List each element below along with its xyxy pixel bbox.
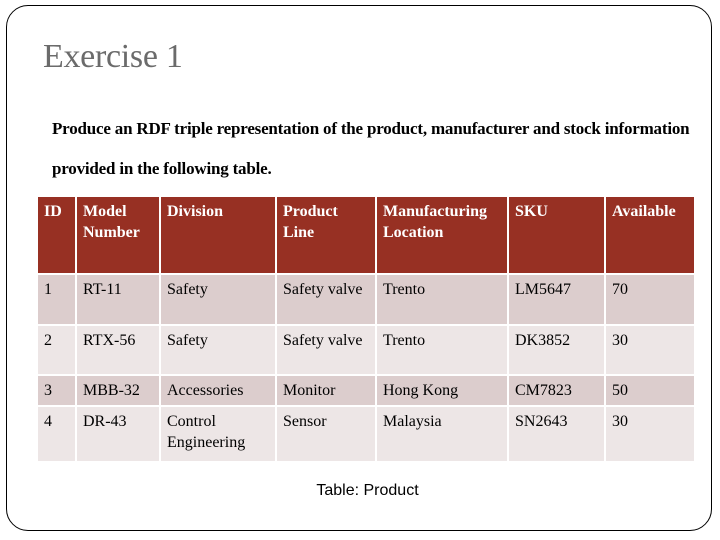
cell-id: 4 [38, 407, 75, 461]
cell-product-line: Safety valve [277, 275, 375, 324]
table-row: 4 DR-43 Control Engineering Sensor Malay… [38, 407, 694, 461]
table-row: 3 MBB-32 Accessories Monitor Hong Kong C… [38, 376, 694, 405]
table-caption: Table: Product [316, 482, 419, 499]
table-header-row: ID Model Number Division Product Line Ma… [38, 197, 694, 273]
cell-available: 50 [606, 376, 694, 405]
cell-division: Safety [161, 326, 275, 374]
table-row: 1 RT-11 Safety Safety valve Trento LM564… [38, 275, 694, 324]
cell-id: 1 [38, 275, 75, 324]
cell-manufacturing-location: Trento [377, 326, 507, 374]
cell-product-line: Safety valve [277, 326, 375, 374]
cell-model-number: RT-11 [77, 275, 159, 324]
column-header-manufacturing-location: Manufacturing Location [377, 197, 507, 273]
cell-model-number: DR-43 [77, 407, 159, 461]
cell-manufacturing-location: Hong Kong [377, 376, 507, 405]
cell-division: Safety [161, 275, 275, 324]
cell-sku: SN2643 [509, 407, 604, 461]
slide-title: Exercise 1 [43, 38, 183, 75]
cell-division: Control Engineering [161, 407, 275, 461]
column-header-model-number: Model Number [77, 197, 159, 273]
table-row: 2 RTX-56 Safety Safety valve Trento DK38… [38, 326, 694, 374]
cell-sku: CM7823 [509, 376, 604, 405]
cell-model-number: MBB-32 [77, 376, 159, 405]
cell-available: 30 [606, 326, 694, 374]
cell-product-line: Monitor [277, 376, 375, 405]
cell-id: 3 [38, 376, 75, 405]
cell-product-line: Sensor [277, 407, 375, 461]
column-header-sku: SKU [509, 197, 604, 273]
column-header-product-line: Product Line [277, 197, 375, 273]
cell-sku: DK3852 [509, 326, 604, 374]
cell-division: Accessories [161, 376, 275, 405]
cell-available: 30 [606, 407, 694, 461]
cell-available: 70 [606, 275, 694, 324]
cell-manufacturing-location: Trento [377, 275, 507, 324]
cell-manufacturing-location: Malaysia [377, 407, 507, 461]
column-header-available: Available [606, 197, 694, 273]
cell-id: 2 [38, 326, 75, 374]
cell-model-number: RTX-56 [77, 326, 159, 374]
cell-sku: LM5647 [509, 275, 604, 324]
product-table: ID Model Number Division Product Line Ma… [36, 195, 696, 463]
column-header-division: Division [161, 197, 275, 273]
column-header-id: ID [38, 197, 75, 273]
exercise-instructions: Produce an RDF triple representation of … [52, 119, 690, 178]
